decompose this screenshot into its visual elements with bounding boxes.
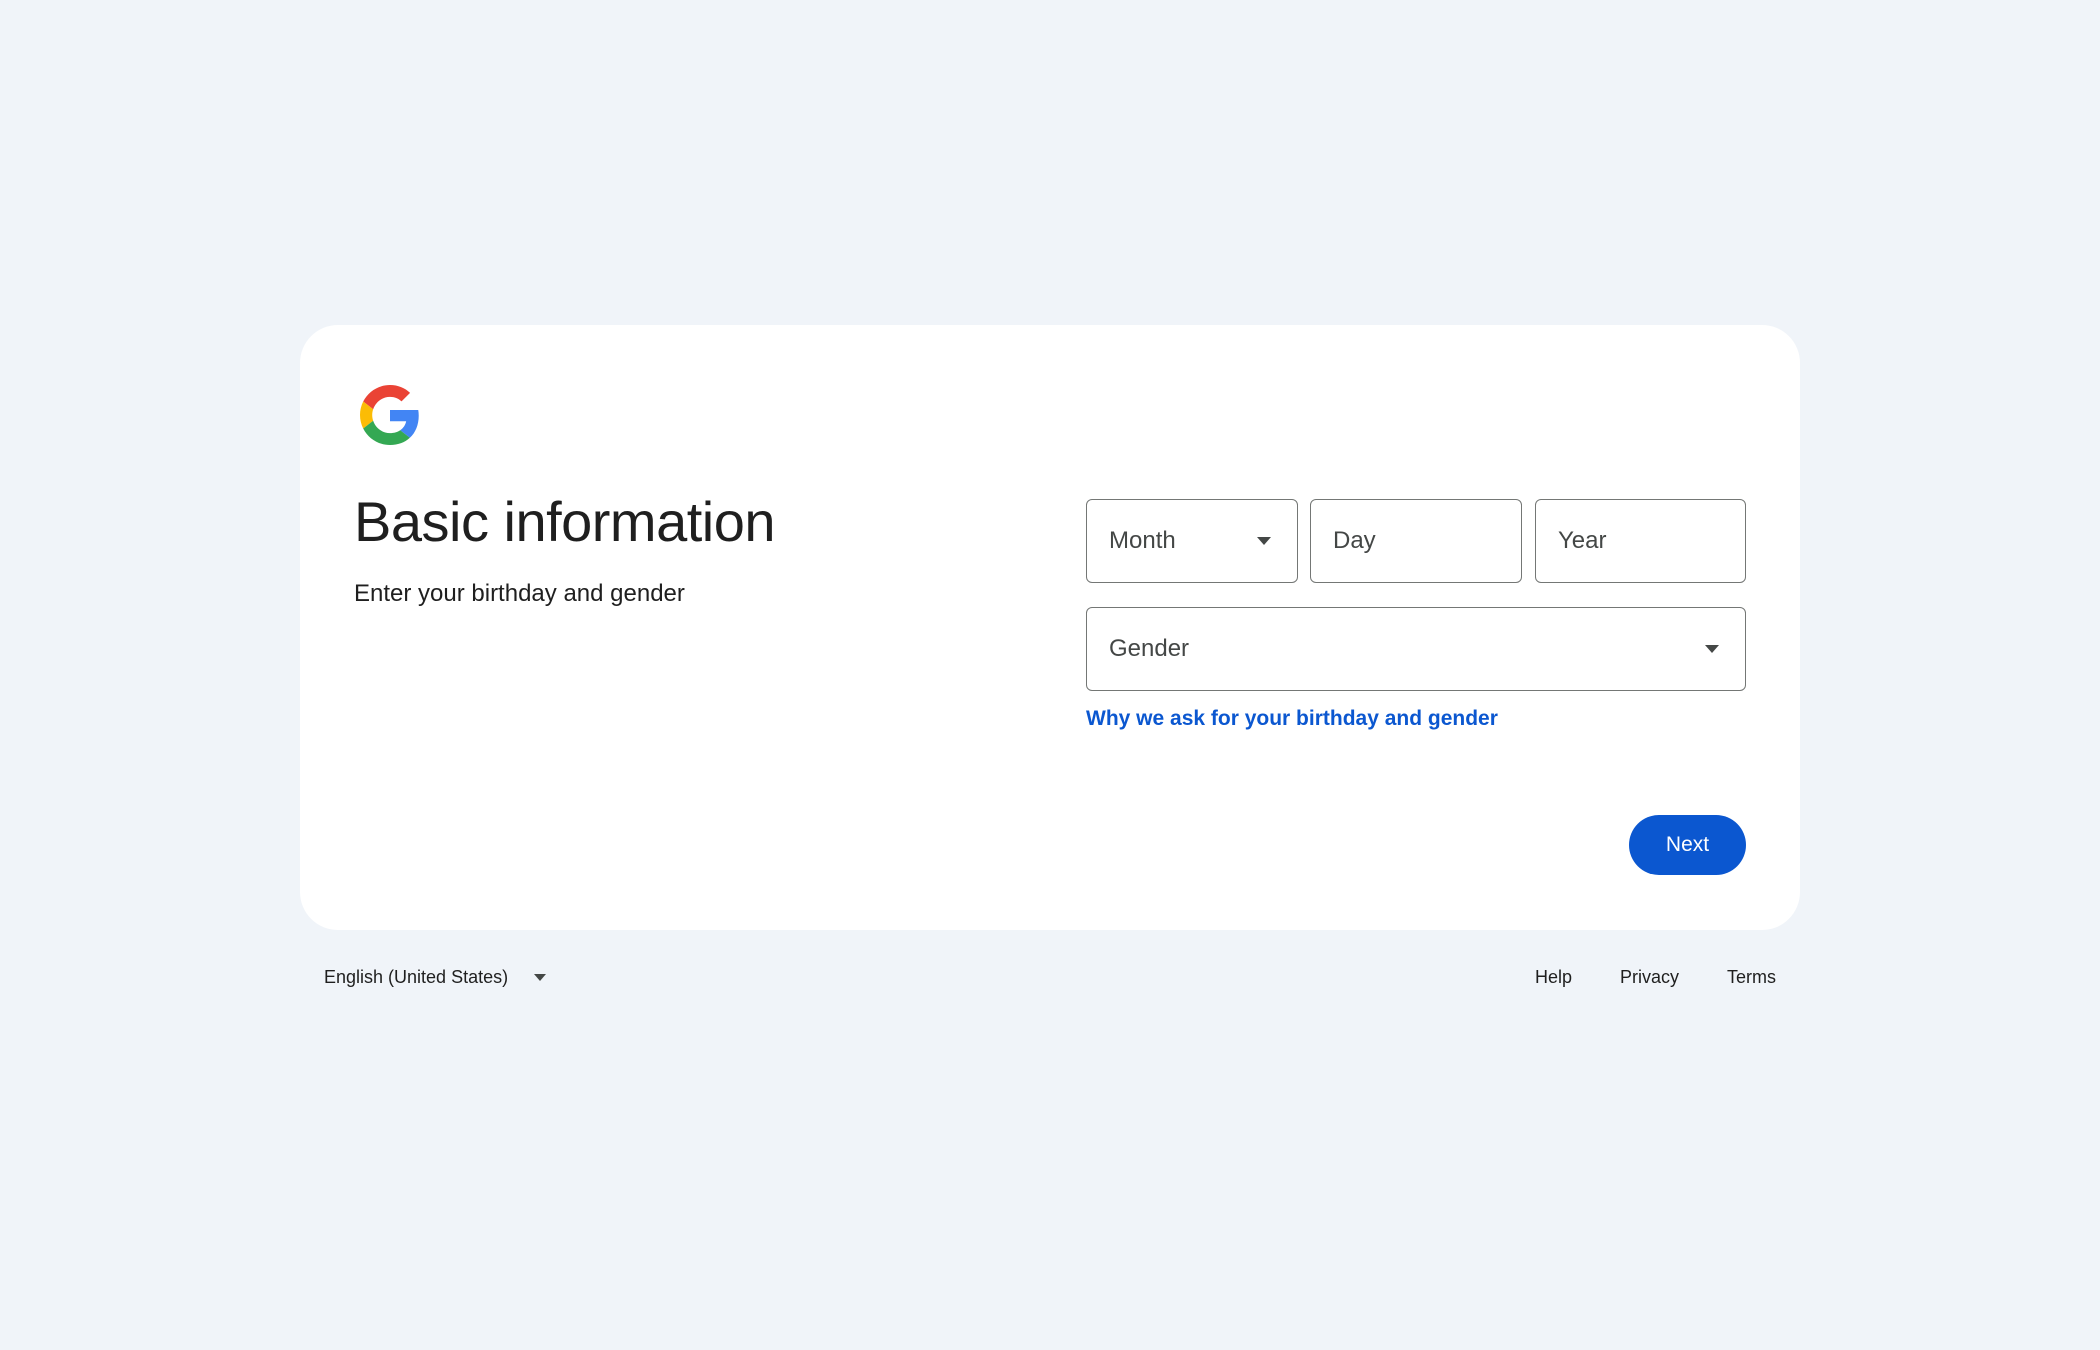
google-logo-icon: [360, 385, 420, 445]
chevron-down-icon: [1705, 645, 1719, 653]
page-subtitle: Enter your birthday and gender: [354, 580, 685, 607]
language-select[interactable]: English (United States): [324, 955, 547, 999]
why-we-ask-link[interactable]: Why we ask for your birthday and gender: [1086, 707, 1498, 731]
privacy-link[interactable]: Privacy: [1620, 967, 1679, 988]
chevron-down-icon: [1257, 537, 1271, 545]
gender-select[interactable]: Gender: [1086, 607, 1746, 691]
month-placeholder: Month: [1109, 527, 1176, 554]
terms-link[interactable]: Terms: [1727, 967, 1776, 988]
year-input[interactable]: Year: [1535, 499, 1746, 583]
help-link[interactable]: Help: [1535, 967, 1572, 988]
day-placeholder: Day: [1333, 527, 1376, 554]
signup-card: Basic information Enter your birthday an…: [300, 325, 1800, 930]
year-placeholder: Year: [1558, 527, 1607, 554]
page-title: Basic information: [354, 490, 776, 553]
month-select[interactable]: Month: [1086, 499, 1298, 583]
next-button[interactable]: Next: [1629, 815, 1746, 875]
page: Basic information Enter your birthday an…: [0, 0, 2100, 1350]
gender-placeholder: Gender: [1109, 635, 1190, 662]
chevron-down-icon: [534, 973, 547, 981]
day-input[interactable]: Day: [1310, 499, 1522, 583]
footer-links: Help Privacy Terms: [1535, 955, 1776, 999]
footer: English (United States) Help Privacy Ter…: [300, 955, 1800, 999]
language-label: English (United States): [324, 966, 509, 987]
